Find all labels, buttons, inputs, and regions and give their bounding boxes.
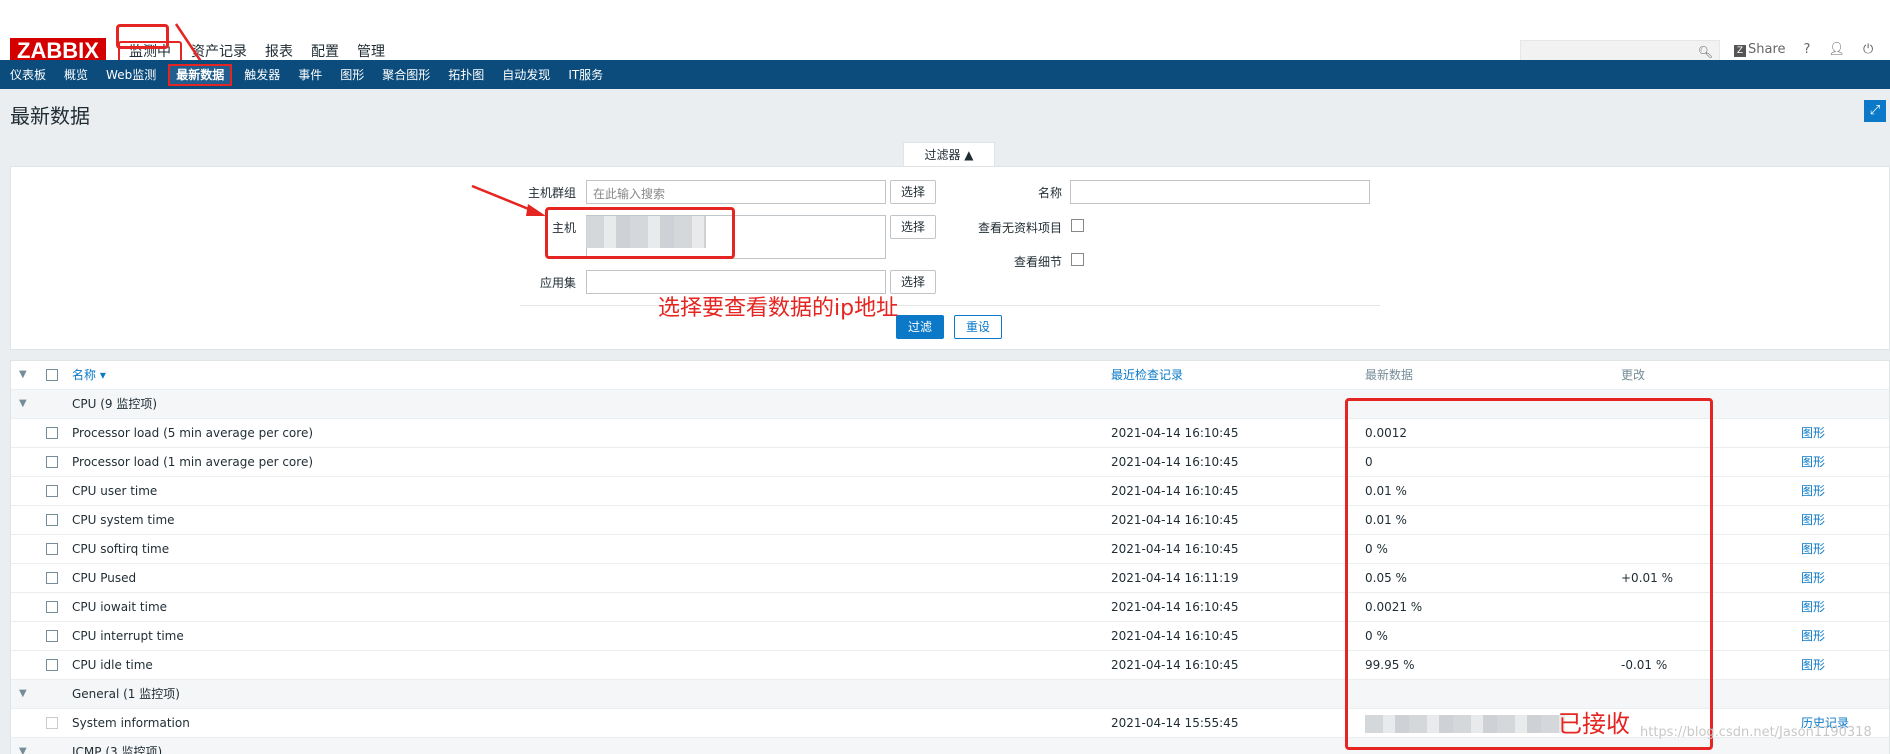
share-icon: Z	[1734, 45, 1746, 57]
item-graph-link[interactable]: 图形	[1801, 622, 1825, 650]
column-last-value-header: 最新数据	[1365, 368, 1414, 382]
collapse-all-icon[interactable]: ▼	[19, 361, 27, 389]
header-tools: Z Share ? 👤︎ ⏻	[1734, 42, 1873, 57]
subnav-triggers[interactable]: 触发器	[238, 64, 286, 86]
watermark-text: https://blog.csdn.net/Jason1190318	[1640, 725, 1872, 740]
search-icon[interactable]: 🔍︎	[1698, 45, 1713, 59]
item-last-check: 2021-04-14 16:10:45	[1111, 629, 1239, 643]
item-name: System information	[72, 716, 190, 730]
fullscreen-icon: ⤢	[1869, 103, 1881, 118]
row-checkbox[interactable]	[46, 427, 58, 439]
subnav-events[interactable]: 事件	[292, 64, 328, 86]
subnav-screens[interactable]: 聚合图形	[376, 64, 436, 86]
user-profile-icon[interactable]: 👤︎	[1828, 42, 1845, 57]
item-graph-link[interactable]: 图形	[1801, 564, 1825, 592]
column-change-header: 更改	[1621, 368, 1646, 382]
item-name: CPU system time	[72, 513, 175, 527]
select-all-checkbox[interactable]	[46, 369, 58, 381]
item-last-check: 2021-04-14 16:10:45	[1111, 426, 1239, 440]
name-filter-label: 名称	[1037, 186, 1062, 200]
item-last-check: 2021-04-14 16:10:45	[1111, 455, 1239, 469]
show-no-data-checkbox[interactable]	[1071, 219, 1084, 232]
item-graph-link[interactable]: 图形	[1801, 506, 1825, 534]
group-toggle-icon[interactable]: ▼	[19, 390, 27, 418]
show-no-data-label: 查看无资料项目	[977, 221, 1062, 235]
top-header: ZABBIX 监测中 资产记录 报表 配置 管理 🔍︎ Z Share ? 👤︎ …	[0, 0, 1890, 64]
fullscreen-button[interactable]: ⤢	[1864, 100, 1886, 122]
item-last-check: 2021-04-14 16:10:45	[1111, 484, 1239, 498]
item-last-check: 2021-04-14 16:10:45	[1111, 513, 1239, 527]
show-details-label: 查看细节	[1013, 255, 1062, 269]
share-link[interactable]: Z Share	[1734, 42, 1786, 57]
annotation-received-note: 已接收	[1558, 710, 1630, 738]
annotation-select-ip-note: 选择要查看数据的ip地址	[658, 296, 899, 321]
show-details-checkbox[interactable]	[1071, 253, 1084, 266]
host-group-input[interactable]: 在此输入搜索	[586, 180, 886, 204]
item-name: CPU Pused	[72, 571, 137, 585]
item-graph-link[interactable]: 图形	[1801, 477, 1825, 505]
group-toggle-icon[interactable]: ▼	[19, 680, 27, 708]
subnav-dashboard[interactable]: 仪表板	[4, 64, 52, 86]
subnav-it-services[interactable]: IT服务	[562, 64, 609, 86]
group-toggle-icon[interactable]: ▼	[19, 738, 27, 754]
group-title: CPU (9 监控项)	[72, 397, 158, 411]
row-checkbox[interactable]	[46, 601, 58, 613]
item-last-check: 2021-04-14 16:10:45	[1111, 600, 1239, 614]
column-name-header[interactable]: 名称 ▾	[72, 361, 106, 389]
group-title: General (1 监控项)	[72, 687, 180, 701]
item-name: CPU softirq time	[72, 542, 170, 556]
annotation-arrow-to-host	[471, 184, 546, 216]
row-checkbox[interactable]	[46, 717, 58, 729]
item-graph-link[interactable]: 图形	[1801, 651, 1825, 679]
row-checkbox[interactable]	[46, 514, 58, 526]
filter-tab[interactable]: 过滤器 ▲	[903, 142, 995, 166]
group-title: ICMP (3 监控项)	[72, 745, 163, 754]
column-last-check-header[interactable]: 最近检查记录	[1111, 361, 1183, 389]
application-label: 应用集	[539, 276, 576, 290]
item-last-check: 2021-04-14 16:11:19	[1111, 571, 1239, 585]
subnav-maps[interactable]: 拓扑图	[442, 64, 490, 86]
subnav-latest-data[interactable]: 最新数据	[168, 63, 233, 86]
row-checkbox[interactable]	[46, 456, 58, 468]
filter-apply-button[interactable]: 过滤	[896, 315, 944, 339]
annotation-box-latest-data	[1345, 398, 1713, 750]
row-checkbox[interactable]	[46, 572, 58, 584]
item-last-check: 2021-04-14 16:10:45	[1111, 542, 1239, 556]
filter-reset-button[interactable]: 重设	[954, 315, 1002, 339]
host-select-button[interactable]: 选择	[890, 215, 936, 239]
item-last-check: 2021-04-14 16:10:45	[1111, 658, 1239, 672]
item-name: CPU user time	[72, 484, 158, 498]
logout-icon[interactable]: ⏻	[1863, 42, 1873, 57]
item-name: CPU iowait time	[72, 600, 168, 614]
name-filter-input[interactable]	[1070, 180, 1370, 204]
subnav-web[interactable]: Web监测	[100, 64, 162, 86]
row-checkbox[interactable]	[46, 485, 58, 497]
row-checkbox[interactable]	[46, 630, 58, 642]
annotation-box-host	[545, 207, 735, 259]
share-label: Share	[1748, 42, 1786, 57]
table-header-row: ▼ 名称 ▾ 最近检查记录 最新数据 更改	[11, 361, 1889, 390]
item-graph-link[interactable]: 图形	[1801, 593, 1825, 621]
item-graph-link[interactable]: 图形	[1801, 419, 1825, 447]
subnav-discovery[interactable]: 自动发现	[496, 64, 556, 86]
page-title: 最新数据	[10, 104, 90, 128]
help-icon[interactable]: ?	[1804, 42, 1811, 57]
item-graph-link[interactable]: 图形	[1801, 448, 1825, 476]
item-name: CPU interrupt time	[72, 629, 184, 643]
item-last-check: 2021-04-14 15:55:45	[1111, 716, 1239, 730]
item-name: CPU idle time	[72, 658, 153, 672]
sub-nav: 仪表板 概览 Web监测 最新数据 触发器 事件 图形 聚合图形 拓扑图 自动发…	[0, 60, 1890, 89]
item-graph-link[interactable]: 图形	[1801, 535, 1825, 563]
subnav-overview[interactable]: 概览	[58, 64, 94, 86]
row-checkbox[interactable]	[46, 543, 58, 555]
annotation-box-monitoring	[116, 24, 169, 49]
item-name: Processor load (5 min average per core)	[72, 426, 314, 440]
row-checkbox[interactable]	[46, 659, 58, 671]
item-name: Processor load (1 min average per core)	[72, 455, 314, 469]
subnav-graphs[interactable]: 图形	[334, 64, 370, 86]
host-group-select-button[interactable]: 选择	[890, 180, 936, 204]
filter-divider	[520, 305, 1380, 306]
